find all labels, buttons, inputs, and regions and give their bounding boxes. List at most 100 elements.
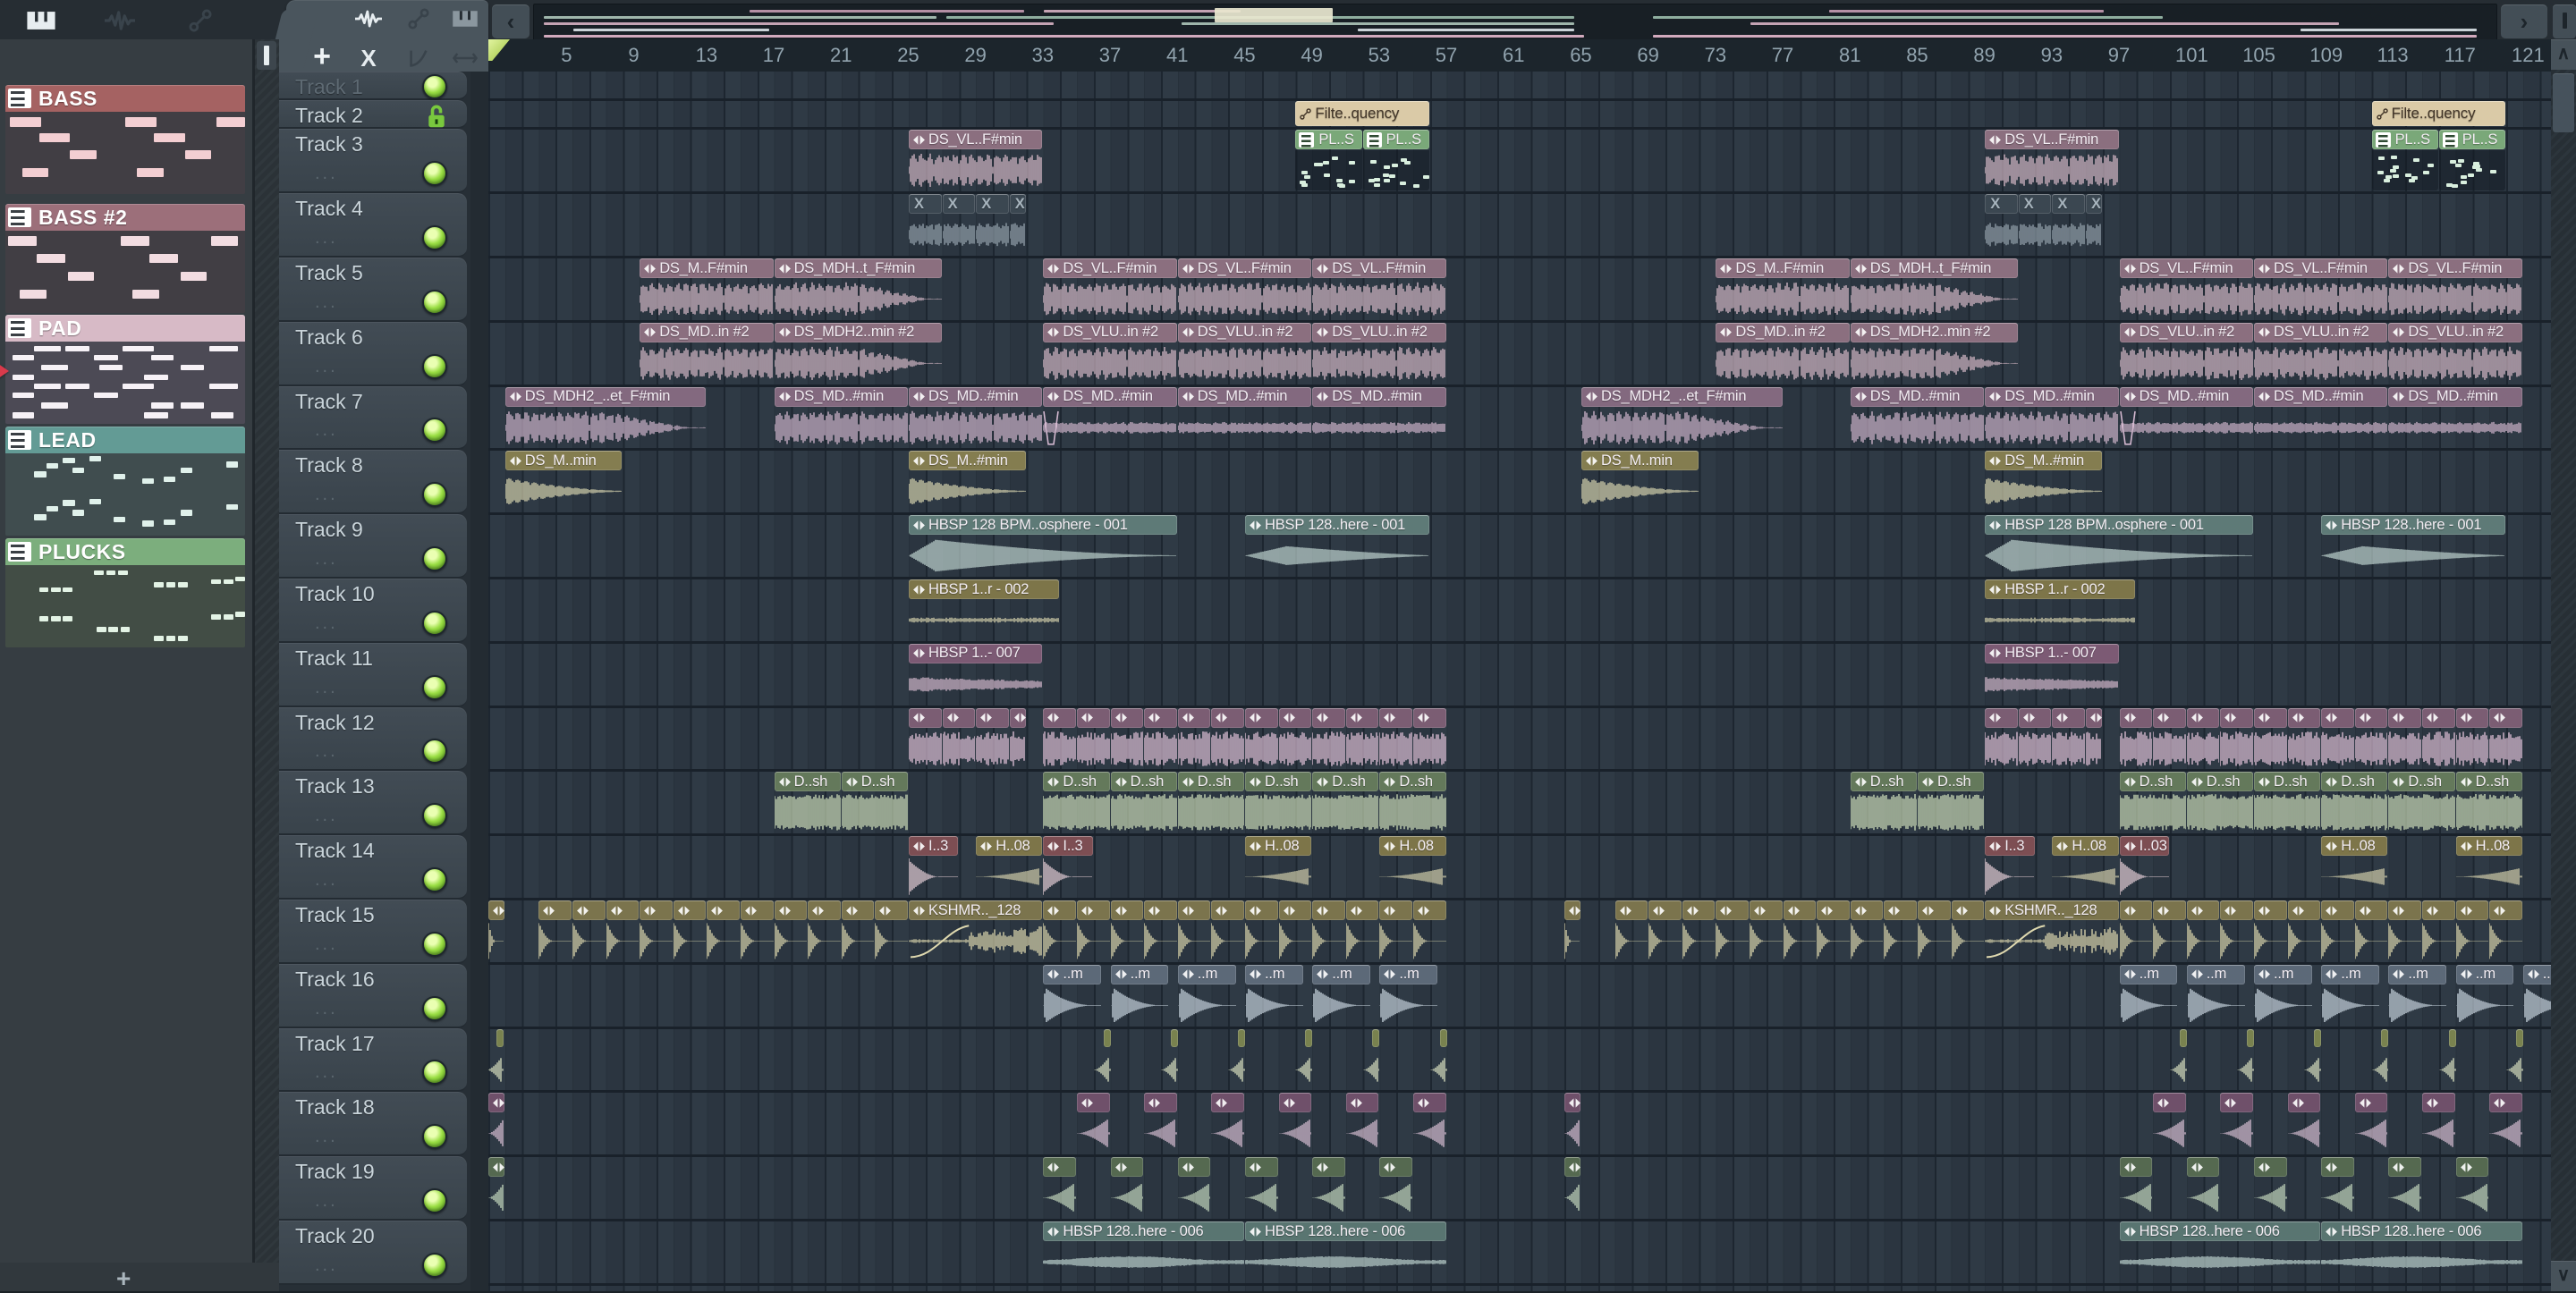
audio-clip[interactable]	[2254, 707, 2287, 770]
clip-header[interactable]	[606, 900, 640, 920]
audio-clip-hbsp-128-here-006[interactable]: HBSP 128..here - 006	[2321, 1221, 2522, 1283]
clip-header[interactable]: ..m	[1110, 964, 1169, 985]
clip-header[interactable]	[2388, 1157, 2421, 1178]
clip-header[interactable]: H..08	[976, 836, 1043, 857]
clip-header[interactable]: D..sh	[1110, 772, 1177, 792]
audio-clip-ds-mdh-t-f#min[interactable]: DS_MDH..t_F#min	[774, 258, 942, 320]
audio-clip-x[interactable]: X	[2052, 194, 2085, 256]
audio-clip[interactable]	[1278, 900, 1312, 962]
clip-header[interactable]: DS_VL..F#min	[1177, 258, 1312, 278]
clip-header[interactable]	[1918, 900, 1951, 920]
audio-clip[interactable]	[2018, 707, 2052, 770]
audio-clip[interactable]	[1648, 900, 1682, 962]
clip-header[interactable]	[1245, 707, 1278, 728]
clip-header[interactable]	[1103, 1028, 1111, 1047]
pattern-clip-pl-s[interactable]: PL..S	[1295, 130, 1362, 191]
clip-header[interactable]	[1372, 1028, 1380, 1047]
clip-header[interactable]: I..03	[2119, 836, 2169, 857]
audio-clip-d-sh[interactable]: D..sh	[1918, 772, 1985, 833]
clip-header[interactable]: D..sh	[1312, 772, 1379, 792]
audio-clip[interactable]	[2388, 900, 2421, 962]
audio-clip[interactable]	[1245, 1157, 1278, 1219]
audio-clip[interactable]	[2153, 707, 2186, 770]
audio-clip--m[interactable]: ..m	[2254, 964, 2312, 1027]
clip-header[interactable]	[2186, 707, 2220, 728]
clip-header[interactable]	[1850, 900, 1884, 920]
track-mute-led[interactable]	[422, 418, 447, 444]
audio-clip[interactable]	[1379, 707, 1412, 770]
clip-header[interactable]: DS_MD..#min	[1043, 386, 1177, 407]
clip-header[interactable]	[488, 1157, 504, 1178]
clip-header[interactable]	[2381, 1028, 2389, 1047]
clip-header[interactable]: D..sh	[1850, 772, 1917, 792]
audio-clip[interactable]	[1682, 900, 1716, 962]
track-mute-led[interactable]	[422, 482, 447, 508]
clip-header[interactable]	[1648, 900, 1682, 920]
audio-clip-ds-vl-f#min[interactable]: DS_VL..F#min	[909, 130, 1043, 191]
clip-header[interactable]	[2186, 900, 2220, 920]
track-header-19[interactable]: Track 19...	[279, 1156, 467, 1221]
pattern-preview[interactable]	[5, 112, 245, 194]
audio-clip-ds-mdh2-et-f#min[interactable]: DS_MDH2_..et_F#min	[1581, 386, 1783, 449]
audio-clip[interactable]	[909, 707, 942, 770]
track-header-8[interactable]: Track 8...	[279, 450, 467, 515]
audio-clip[interactable]	[1144, 1093, 1177, 1154]
audio-clip[interactable]	[1312, 1157, 1345, 1219]
audio-clip[interactable]	[2287, 1093, 2321, 1154]
clip-header[interactable]: D..sh	[1043, 772, 1110, 792]
audio-clip[interactable]	[640, 900, 673, 962]
audio-clip-hbsp-1-007[interactable]: HBSP 1..- 007	[909, 643, 1043, 706]
clip-header[interactable]	[2287, 1093, 2321, 1113]
pattern-header[interactable]: LEAD	[5, 427, 245, 453]
clip-header[interactable]: DS_M..#min	[1985, 451, 2102, 471]
clip-header[interactable]	[1278, 900, 1312, 920]
clip-header[interactable]: DS_VLU..in #2	[2254, 322, 2388, 342]
audio-clip-h-08[interactable]: H..08	[2052, 836, 2119, 898]
audio-clip-hbsp-128-here-006[interactable]: HBSP 128..here - 006	[1245, 1221, 1446, 1283]
track-header-18[interactable]: Track 18...	[279, 1092, 467, 1157]
audio-clip[interactable]	[2304, 1028, 2322, 1091]
audio-clip-d-sh[interactable]: D..sh	[841, 772, 908, 833]
clip-header[interactable]	[1312, 707, 1345, 728]
playlist-minimap[interactable]	[533, 4, 2497, 41]
audio-clip[interactable]	[2186, 1157, 2220, 1219]
audio-clip-i-3[interactable]: I..3	[909, 836, 959, 898]
track-header-4[interactable]: Track 4...	[279, 193, 467, 258]
pattern-header[interactable]: PLUCKS	[5, 538, 245, 565]
audio-clip[interactable]	[1144, 900, 1177, 962]
clip-header[interactable]	[1884, 900, 1917, 920]
track-mute-led[interactable]	[422, 545, 447, 571]
pattern-preview[interactable]	[5, 231, 245, 313]
audio-clip-ds-m-min[interactable]: DS_M..min	[504, 451, 623, 512]
audio-clip-ds-vl-f#min[interactable]: DS_VL..F#min	[2119, 258, 2253, 320]
clip-header[interactable]	[1278, 1093, 1312, 1113]
clip-header[interactable]: DS_VL..F#min	[1985, 130, 2119, 150]
clip-header[interactable]	[488, 900, 504, 920]
clip-header[interactable]	[1043, 707, 1076, 728]
slide-tool-icon[interactable]	[401, 43, 436, 73]
audio-clip-ds-md-#min[interactable]: DS_MD..#min	[1177, 386, 1312, 449]
audio-clip[interactable]	[1362, 1028, 1380, 1091]
audio-clip[interactable]	[841, 900, 875, 962]
clip-header[interactable]: X	[942, 194, 976, 215]
pattern-scrollbar[interactable]	[255, 39, 279, 1263]
track-header-1[interactable]: Track 1	[279, 72, 467, 101]
audio-clip[interactable]	[2220, 707, 2253, 770]
track-header-6[interactable]: Track 6...	[279, 321, 467, 386]
audio-clip[interactable]	[1564, 900, 1580, 962]
audio-clip[interactable]	[1817, 900, 1850, 962]
clip-header[interactable]	[1211, 707, 1244, 728]
audio-clip-d-sh[interactable]: D..sh	[2321, 772, 2388, 833]
delete-tool-icon[interactable]: X	[351, 43, 386, 73]
audio-clip[interactable]	[1345, 900, 1379, 962]
clip-header[interactable]: DS_VLU..in #2	[2388, 322, 2522, 342]
clip-header[interactable]	[2448, 1028, 2456, 1047]
audio-clip-hbsp-1-r-002[interactable]: HBSP 1..r - 002	[909, 579, 1060, 641]
clip-header[interactable]	[2220, 1093, 2253, 1113]
clip-header[interactable]: ..m	[2522, 964, 2551, 985]
clip-header[interactable]	[841, 900, 875, 920]
clip-header[interactable]: HBSP 1..- 007	[1985, 643, 2119, 663]
audio-clip[interactable]	[2321, 1157, 2354, 1219]
clip-header[interactable]: DS_MD..#min	[2119, 386, 2253, 407]
clip-header[interactable]	[2287, 900, 2321, 920]
